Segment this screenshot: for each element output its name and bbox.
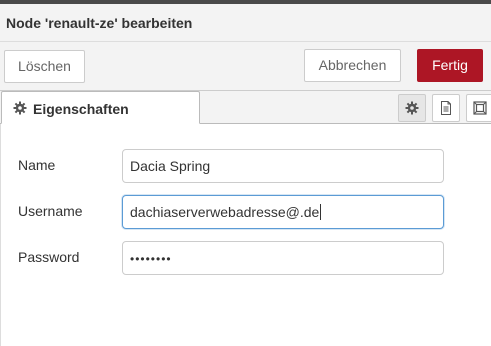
text-caret bbox=[320, 204, 322, 221]
tab-properties[interactable]: Eigenschaften bbox=[1, 91, 200, 124]
username-input[interactable]: dachiaserverwebadresse@.de bbox=[122, 195, 444, 229]
done-button[interactable]: Fertig bbox=[417, 49, 483, 82]
document-icon bbox=[441, 101, 451, 115]
tab-bar: Eigenschaften bbox=[0, 91, 491, 124]
name-input[interactable]: Dacia Spring bbox=[122, 149, 444, 183]
tray-title: Node 'renault-ze' bearbeiten bbox=[6, 15, 193, 31]
name-label: Name bbox=[18, 157, 56, 173]
gear-icon bbox=[405, 101, 419, 115]
name-input-value: Dacia Spring bbox=[130, 158, 211, 174]
username-input-value: dachiaserverwebadresse@.de bbox=[130, 204, 320, 220]
tray-header: Node 'renault-ze' bearbeiten bbox=[0, 4, 491, 42]
tab-properties-label: Eigenschaften bbox=[33, 101, 129, 117]
properties-form: Name Dacia Spring Username dachiaserverw… bbox=[0, 124, 491, 346]
tray-toolbar: Löschen Abbrechen Fertig bbox=[0, 42, 491, 91]
node-properties-tab-button[interactable] bbox=[398, 94, 426, 122]
cancel-button[interactable]: Abbrechen bbox=[304, 49, 401, 82]
password-input[interactable]: •••••••• bbox=[122, 241, 444, 275]
frame-icon bbox=[473, 101, 487, 115]
password-label: Password bbox=[18, 249, 80, 265]
delete-button[interactable]: Löschen bbox=[4, 50, 85, 83]
edit-node-tray: Node 'renault-ze' bearbeiten Löschen Abb… bbox=[0, 0, 491, 346]
node-appearance-tab-button[interactable] bbox=[466, 94, 491, 122]
node-description-tab-button[interactable] bbox=[432, 94, 460, 122]
gear-icon bbox=[13, 101, 27, 115]
username-label: Username bbox=[18, 203, 83, 219]
password-input-value: •••••••• bbox=[130, 252, 172, 266]
